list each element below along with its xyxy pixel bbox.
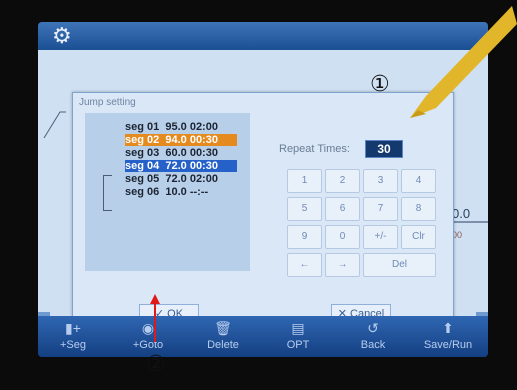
annotation-overlay bbox=[150, 6, 517, 342]
callout-2: ② bbox=[146, 352, 166, 377]
callout-1: ① bbox=[370, 72, 390, 97]
stylus-pen-icon bbox=[410, 6, 517, 118]
arrow-head-icon bbox=[150, 294, 160, 304]
